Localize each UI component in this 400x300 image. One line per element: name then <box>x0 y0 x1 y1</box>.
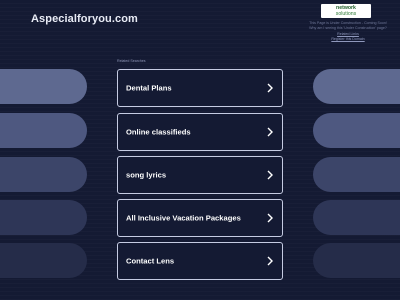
related-searches-label: Related Searches <box>117 59 146 63</box>
network-solutions-logo[interactable]: network solutions <box>321 4 371 18</box>
search-link-label: Online classifieds <box>126 127 191 137</box>
decor-pill <box>0 69 87 104</box>
search-link-label: Contact Lens <box>126 256 175 266</box>
decor-pill <box>313 157 400 192</box>
decor-pill <box>0 200 87 235</box>
register-domain-link[interactable]: Register this Domain <box>298 37 398 42</box>
search-link-song-lyrics[interactable]: song lyrics <box>117 156 283 194</box>
search-link-vacation-packages[interactable]: All Inclusive Vacation Packages <box>117 199 283 237</box>
search-link-label: All Inclusive Vacation Packages <box>126 213 241 223</box>
site-title: Aspecialforyou.com <box>31 13 138 25</box>
decor-pill <box>0 157 87 192</box>
search-link-online-classifieds[interactable]: Online classifieds <box>117 113 283 151</box>
chevron-right-icon <box>267 213 273 223</box>
network-solutions-notice: This Page is Under Construction - Coming… <box>298 21 398 42</box>
parked-page: Aspecialforyou.com network solutions Thi… <box>0 0 400 300</box>
logo-line-2: solutions <box>335 11 357 17</box>
notice-line-2: Why am I seeing this 'Under Construction… <box>309 26 387 31</box>
search-link-label: Dental Plans <box>126 83 172 93</box>
decor-pill <box>313 243 400 278</box>
search-link-contact-lens[interactable]: Contact Lens <box>117 242 283 280</box>
decor-pill <box>313 69 400 104</box>
decor-pill <box>0 243 87 278</box>
search-link-label: song lyrics <box>126 170 167 180</box>
chevron-right-icon <box>267 127 273 137</box>
decor-pill <box>313 200 400 235</box>
chevron-right-icon <box>267 256 273 266</box>
decor-pill <box>0 113 87 148</box>
chevron-right-icon <box>267 170 273 180</box>
decor-pill <box>313 113 400 148</box>
header: Aspecialforyou.com network solutions Thi… <box>0 0 400 56</box>
chevron-right-icon <box>267 83 273 93</box>
search-link-dental-plans[interactable]: Dental Plans <box>117 69 283 107</box>
